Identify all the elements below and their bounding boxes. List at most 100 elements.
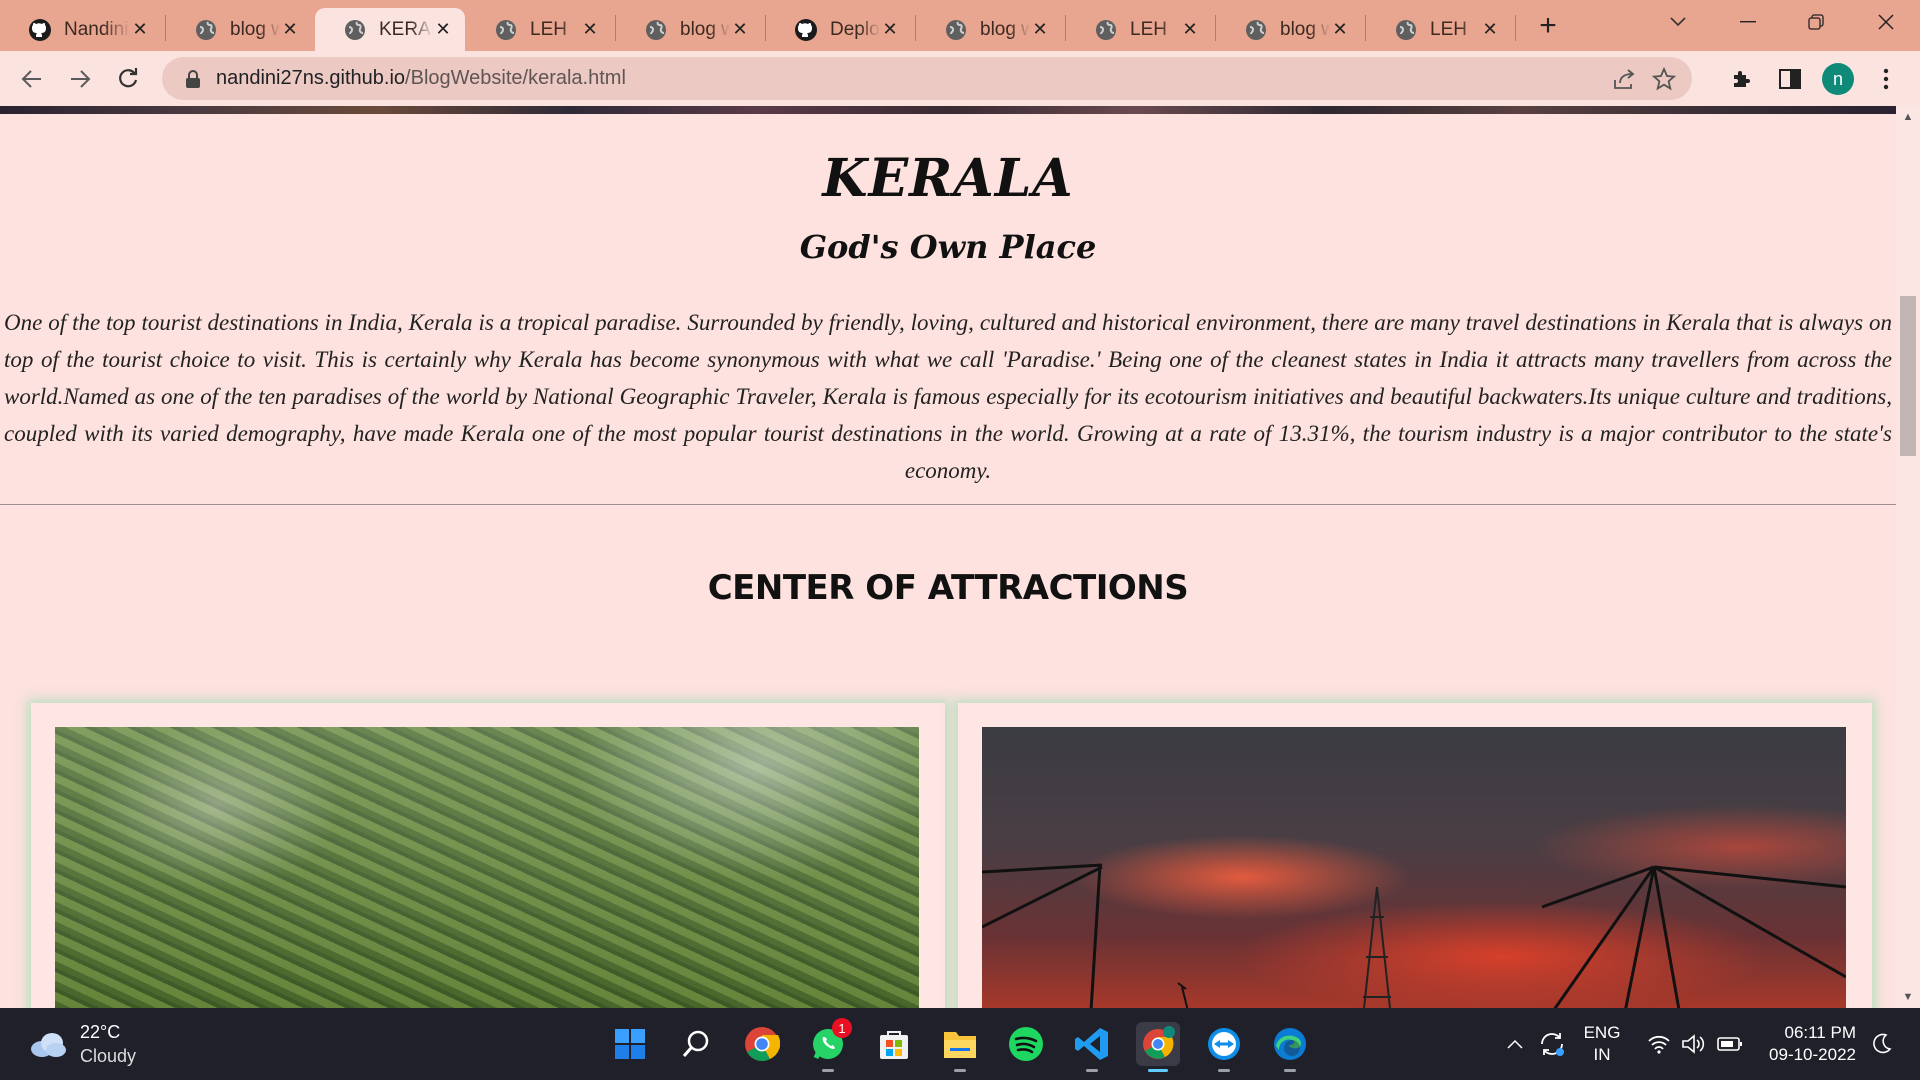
taskbar-whatsapp[interactable]: 1: [806, 1018, 852, 1072]
close-icon[interactable]: ✕: [433, 19, 453, 40]
tab-blog-website[interactable]: blog website ✕: [916, 8, 1062, 51]
running-indicator: [954, 1069, 966, 1072]
tab-label: Nandini27ns: [64, 18, 130, 40]
tab-search-button[interactable]: [1644, 0, 1712, 44]
taskbar-chrome-profile[interactable]: [1136, 1022, 1180, 1072]
clock-time: 06:11 PM: [1784, 1023, 1856, 1042]
chrome-icon: [745, 1027, 780, 1061]
browser-toolbar: nandini27ns.github.io/BlogWebsite/kerala…: [0, 51, 1920, 106]
scroll-down-arrow[interactable]: ▼: [1896, 988, 1920, 1006]
side-panel-icon: [1779, 69, 1801, 89]
tab-label: blog website: [230, 18, 280, 40]
tab-label: blog website: [980, 18, 1030, 40]
taskbar-microsoft-store[interactable]: [872, 1022, 916, 1066]
taskbar-file-explorer[interactable]: [938, 1022, 982, 1072]
taskbar-teamviewer[interactable]: [1202, 1022, 1246, 1072]
address-bar[interactable]: nandini27ns.github.io/BlogWebsite/kerala…: [162, 57, 1692, 100]
notifications-button[interactable]: [1862, 1008, 1902, 1080]
windows-logo-icon: [615, 1029, 645, 1059]
scrollbar-thumb[interactable]: [1900, 296, 1916, 456]
taskbar-spotify[interactable]: [1004, 1022, 1048, 1066]
page-scrollbar[interactable]: ▲ ▼: [1896, 106, 1920, 1008]
running-indicator: [1148, 1069, 1168, 1072]
taskbar-clock[interactable]: 06:11 PM 09-10-2022: [1769, 1022, 1856, 1066]
forward-button[interactable]: [60, 59, 100, 99]
page-subtitle: God's Own Place: [799, 228, 1097, 266]
tab-label: LEH: [1430, 18, 1467, 40]
tab-kerala-active[interactable]: KERALA ✕: [315, 8, 465, 51]
language-code: ENG: [1583, 1023, 1621, 1042]
windows-taskbar: 22°C Cloudy 1 ENG IN 06:11 PM 09-10-2022: [0, 1008, 1920, 1080]
url-text[interactable]: nandini27ns.github.io/BlogWebsite/kerala…: [216, 67, 626, 90]
running-indicator: [1086, 1069, 1098, 1072]
close-icon[interactable]: ✕: [1480, 19, 1500, 40]
close-icon[interactable]: ✕: [1030, 19, 1050, 40]
profile-button[interactable]: n: [1818, 59, 1858, 99]
tab-label: Deploy: [830, 18, 880, 40]
tab-leh[interactable]: LEH ✕: [466, 8, 612, 51]
volume-button[interactable]: [1678, 1008, 1708, 1080]
reload-button[interactable]: [108, 59, 148, 99]
close-icon[interactable]: ✕: [1330, 19, 1350, 40]
close-icon[interactable]: ✕: [730, 19, 750, 40]
wifi-button[interactable]: [1644, 1008, 1674, 1080]
intro-paragraph: One of the top tourist destinations in I…: [4, 310, 1892, 483]
search-button[interactable]: [674, 1022, 718, 1066]
tab-leh[interactable]: LEH ✕: [1066, 8, 1212, 51]
sync-status-button[interactable]: [1534, 1008, 1570, 1080]
running-indicator: [1218, 1069, 1230, 1072]
taskbar-chrome[interactable]: [740, 1022, 784, 1066]
side-panel-button[interactable]: [1770, 59, 1810, 99]
share-button[interactable]: [1604, 57, 1644, 100]
close-icon[interactable]: ✕: [1180, 19, 1200, 40]
restore-button[interactable]: [1782, 0, 1850, 44]
lock-icon[interactable]: [182, 68, 204, 90]
teamviewer-icon: [1208, 1028, 1240, 1060]
language-indicator[interactable]: ENG IN: [1576, 1008, 1628, 1080]
arrow-left-icon: [21, 70, 41, 88]
scroll-up-arrow[interactable]: ▲: [1896, 108, 1920, 126]
menu-button[interactable]: [1866, 59, 1906, 99]
tab-github-profile[interactable]: Nandini27ns ✕: [0, 8, 162, 51]
taskbar-vscode[interactable]: [1070, 1022, 1114, 1072]
show-hidden-icons-button[interactable]: [1500, 1008, 1530, 1080]
more-vert-icon: [1883, 68, 1889, 90]
globe-icon: [646, 19, 666, 40]
page-title: KERALA: [822, 148, 1074, 209]
bookmark-button[interactable]: [1644, 57, 1684, 100]
weather-description: Cloudy: [80, 1046, 137, 1066]
tab-label: LEH: [530, 18, 567, 40]
puzzle-icon: [1734, 71, 1750, 87]
tab-label: blog website: [1280, 18, 1330, 40]
weather-widget[interactable]: 22°C Cloudy: [28, 1020, 136, 1068]
taskbar-edge[interactable]: [1268, 1022, 1312, 1072]
tab-label: KERALA: [379, 18, 433, 40]
tab-blog-website[interactable]: blog website ✕: [616, 8, 762, 51]
close-icon[interactable]: ✕: [130, 19, 150, 40]
minimize-button[interactable]: [1714, 0, 1782, 44]
folder-icon: [944, 1032, 976, 1058]
tab-label: blog website: [680, 18, 730, 40]
fishing-nets-silhouette: [982, 863, 1846, 1008]
back-button[interactable]: [12, 59, 52, 99]
attraction-card[interactable]: [958, 703, 1872, 1008]
chevron-down-icon: [1670, 17, 1686, 27]
window-close-button[interactable]: [1852, 0, 1920, 44]
tab-blog-website[interactable]: blog website ✕: [1216, 8, 1362, 51]
start-button[interactable]: [608, 1022, 652, 1066]
tab-leh[interactable]: LEH ✕: [1366, 8, 1512, 51]
tab-blog-website[interactable]: blog website ✕: [166, 8, 312, 51]
arrow-right-icon: [71, 70, 91, 88]
close-icon[interactable]: ✕: [580, 19, 600, 40]
store-icon: [880, 1031, 908, 1059]
tab-github-deploy[interactable]: Deploy ✕: [766, 8, 912, 51]
battery-button[interactable]: [1714, 1008, 1746, 1080]
attraction-card[interactable]: [31, 703, 945, 1008]
new-tab-button[interactable]: +: [1530, 9, 1566, 42]
reload-icon: [119, 68, 138, 88]
close-icon[interactable]: ✕: [880, 19, 900, 40]
web-page: KERALA God's Own Place One of the top to…: [0, 106, 1920, 1008]
close-icon[interactable]: ✕: [280, 19, 300, 40]
minimize-icon: [1740, 21, 1756, 23]
extensions-button[interactable]: [1722, 59, 1762, 99]
